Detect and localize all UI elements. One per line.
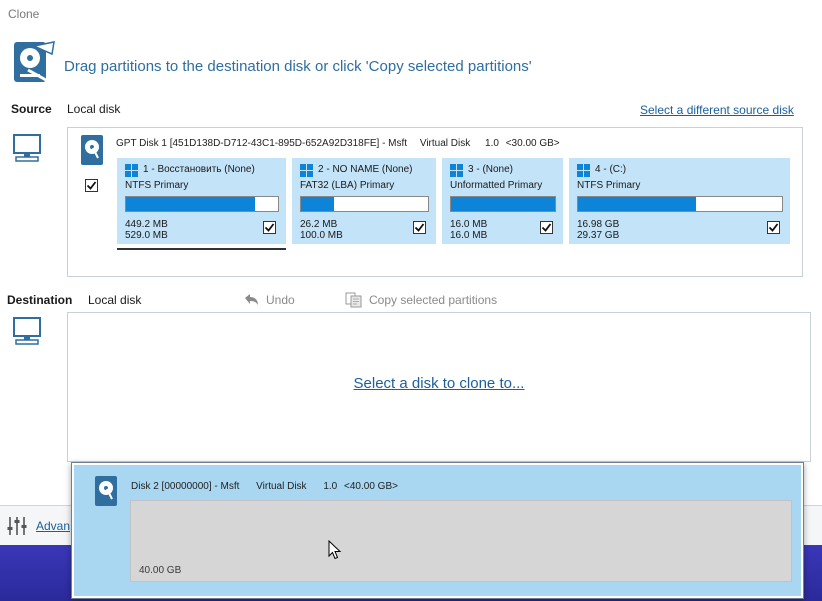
partition-title: 2 - NO NAME (None) [318,164,413,175]
partition-filesystem: FAT32 (LBA) Primary [300,180,395,191]
copy-label: Copy selected partitions [369,293,498,307]
usage-fill [301,197,335,211]
partition-usage-bar [577,196,783,212]
partition-used: 16.98 GB [577,219,620,230]
disk-name: Disk 2 [00000000] - Msft [131,481,240,492]
disk-size: <30.00 GB> [505,138,560,149]
source-disk-checkbox[interactable] [85,179,98,192]
select-source-disk-link[interactable]: Select a different source disk [640,103,794,117]
partition-used: 16.0 MB [450,219,488,230]
sliders-icon[interactable] [6,515,28,537]
partition-3[interactable]: 3 - (None) Unformatted Primary 16.0 MB 1… [442,158,563,244]
partition-checkbox[interactable] [413,221,426,234]
source-disk-header: GPT Disk 1 [451D138D-D712-43C1-895D-652A… [116,138,560,149]
partition-title: 1 - Восстановить (None) [143,164,255,175]
partition-total: 529.0 MB [125,230,168,241]
partition-title: 4 - (C:) [595,164,627,175]
undo-button[interactable]: Undo [242,292,295,308]
destination-disk-panel: Select a disk to clone to... [67,312,811,462]
usage-fill [126,197,256,211]
select-destination-disk-link[interactable]: Select a disk to clone to... [354,375,525,392]
source-disk-value: Local disk [67,102,121,116]
checkmark-icon [264,223,275,232]
checkmark-icon [541,223,552,232]
disk-version: 1.0 [323,481,338,492]
source-computer-icon [13,134,41,162]
partition-filesystem: NTFS Primary [125,180,189,191]
disk-version: 1.0 [485,138,499,149]
select-disk-link-wrap: Select a disk to clone to... [68,375,810,392]
destination-computer-icon [13,317,41,345]
disk-2-option[interactable]: Disk 2 [00000000] - Msft Virtual Disk 1.… [74,465,801,596]
checkmark-icon [414,223,425,232]
undo-label: Undo [266,293,295,307]
copy-icon [345,292,362,308]
destination-label: Destination [7,293,73,307]
partition-2[interactable]: 2 - NO NAME (None) FAT32 (LBA) Primary 2… [292,158,436,244]
usage-fill [578,197,697,211]
windows-logo-icon [577,164,590,177]
unallocated-size: 40.00 GB [139,565,182,576]
checkmark-icon [768,223,779,232]
partition-1[interactable]: 1 - Восстановить (None) NTFS Primary 449… [117,158,286,250]
undo-icon [245,294,258,305]
disk-2-header: Disk 2 [00000000] - Msft Virtual Disk 1.… [131,481,398,492]
partition-filesystem: NTFS Primary [577,180,641,191]
advanced-options-link[interactable]: Advanced Options [36,519,70,533]
window-title: Clone [8,7,40,21]
usage-fill [451,197,555,211]
partition-filesystem: Unformatted Primary [450,180,543,191]
partition-usage-bar [450,196,556,212]
mouse-cursor-icon [328,540,342,560]
checkmark-icon [86,181,97,190]
source-label: Source [11,102,52,116]
partition-usage-bar [125,196,279,212]
disk-name: GPT Disk 1 [451D138D-D712-43C1-895D-652A… [116,138,408,149]
windows-logo-icon [450,164,463,177]
partition-4[interactable]: 4 - (C:) NTFS Primary 16.98 GB 29.37 GB [569,158,790,244]
partition-used: 449.2 MB [125,219,168,230]
disk-size: <40.00 GB> [344,481,398,492]
partition-total: 100.0 MB [300,230,343,241]
partition-total: 29.37 GB [577,230,620,241]
windows-logo-icon [125,164,138,177]
clone-disk-icon [14,41,55,82]
unallocated-space: 40.00 GB [130,500,792,582]
instruction-text: Drag partitions to the destination disk … [64,58,532,75]
hard-disk-icon [95,476,117,506]
disk-type: Virtual Disk [419,138,471,149]
partition-checkbox[interactable] [263,221,276,234]
copy-selected-partitions-button[interactable]: Copy selected partitions [345,292,497,308]
partition-usage-bar [300,196,429,212]
source-disk-panel: GPT Disk 1 [451D138D-D712-43C1-895D-652A… [67,127,803,277]
hard-disk-icon [81,135,103,165]
disk-type: Virtual Disk [256,481,307,492]
partition-used: 26.2 MB [300,219,338,230]
disk-selection-dropdown: Disk 2 [00000000] - Msft Virtual Disk 1.… [71,462,804,599]
windows-logo-icon [300,164,313,177]
partition-checkbox[interactable] [540,221,553,234]
partition-total: 16.0 MB [450,230,488,241]
partition-title: 3 - (None) [468,164,514,175]
partition-checkbox[interactable] [767,221,780,234]
destination-disk-value: Local disk [88,293,142,307]
